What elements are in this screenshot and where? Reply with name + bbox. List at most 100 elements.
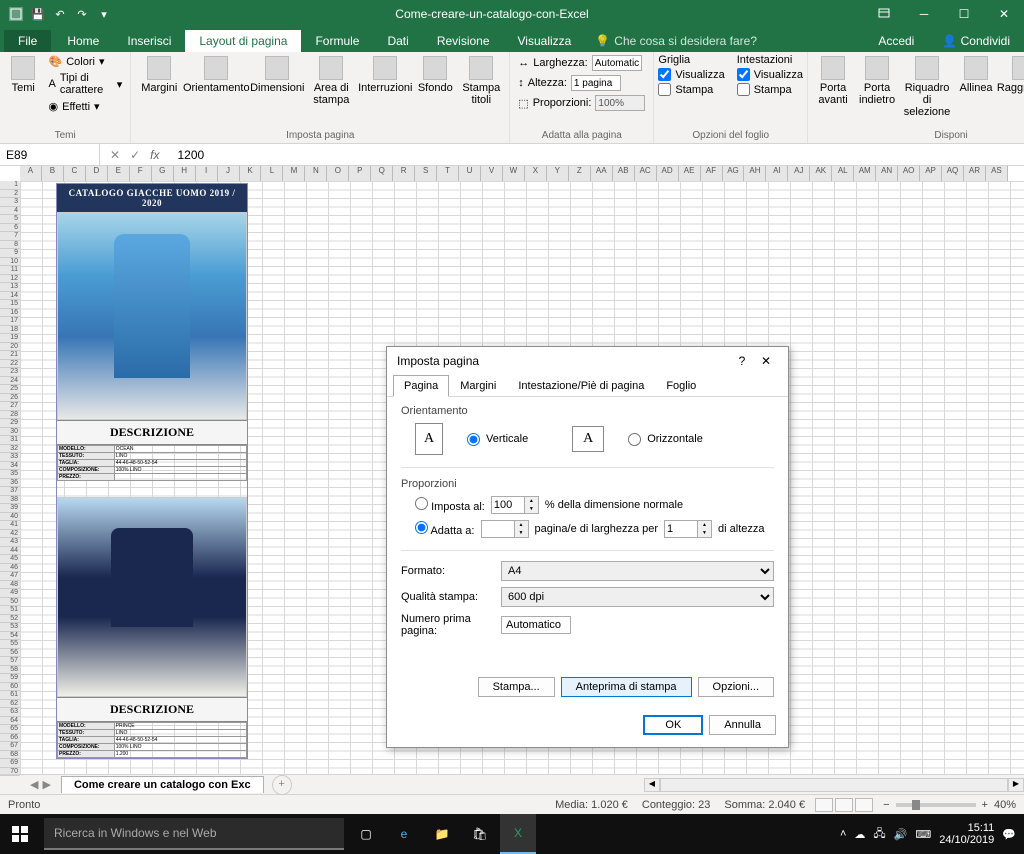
- cancel-button[interactable]: Annulla: [709, 715, 776, 735]
- zoom-out-icon[interactable]: −: [883, 799, 889, 811]
- tab-file[interactable]: File: [4, 30, 51, 52]
- group-themes: Temi 🎨Colori▾ ATipi di carattere▾ ◉Effet…: [0, 52, 131, 143]
- headings-view-check[interactable]: Visualizza: [737, 68, 803, 81]
- redo-icon[interactable]: ↷: [74, 6, 90, 22]
- adjust-to-radio[interactable]: Imposta al:: [415, 497, 485, 513]
- adjust-percent-input[interactable]: ▲▼: [491, 496, 539, 514]
- page-setup-dialog: Imposta pagina ? ✕ Pagina Margini Intest…: [386, 346, 789, 748]
- fit-height-input[interactable]: ▲▼: [664, 520, 712, 538]
- horizontal-scrollbar[interactable]: ◀▶: [644, 778, 1024, 792]
- sheet-tab[interactable]: Come creare un catalogo con Exc: [61, 776, 264, 793]
- close-icon[interactable]: ✕: [984, 0, 1024, 28]
- tab-home[interactable]: Home: [53, 30, 113, 52]
- send-backward-button[interactable]: Porta indietro: [856, 54, 898, 108]
- size-button[interactable]: Dimensioni: [249, 54, 305, 96]
- start-button[interactable]: [0, 814, 40, 854]
- dialog-close-icon[interactable]: ✕: [754, 354, 778, 368]
- print-button[interactable]: Stampa...: [478, 677, 555, 697]
- options-button[interactable]: Opzioni...: [698, 677, 774, 697]
- group-button[interactable]: Raggruppa: [998, 54, 1024, 96]
- tab-data[interactable]: Dati: [373, 30, 422, 52]
- minimize-icon[interactable]: ─: [904, 0, 944, 28]
- fx-icon[interactable]: fx: [150, 148, 159, 162]
- language-icon[interactable]: ⌨: [915, 828, 931, 841]
- tell-me[interactable]: 💡Che cosa si desidera fare?: [585, 30, 767, 52]
- column-headers[interactable]: ABCDEFGHIJKLMNOPQRSTUVWXYZAAABACADAEAFAG…: [20, 166, 1008, 181]
- bring-forward-button[interactable]: Porta avanti: [812, 54, 854, 108]
- print-quality-select[interactable]: 600 dpi: [501, 587, 774, 607]
- tab-page-layout[interactable]: Layout di pagina: [185, 30, 301, 52]
- notifications-icon[interactable]: 💬: [1002, 828, 1016, 841]
- onedrive-icon[interactable]: ☁: [854, 828, 865, 841]
- tab-view[interactable]: Visualizza: [504, 30, 586, 52]
- headings-print-check[interactable]: Stampa: [737, 83, 803, 96]
- share-button[interactable]: 👤 Condividi: [928, 30, 1024, 52]
- fonts-button[interactable]: ATipi di carattere▾: [45, 71, 127, 97]
- fit-to-radio[interactable]: Adatta a:: [415, 521, 475, 537]
- orientation-button[interactable]: Orientamento: [185, 54, 247, 96]
- tab-page[interactable]: Pagina: [393, 375, 449, 397]
- enter-formula-icon[interactable]: ✓: [130, 148, 140, 162]
- task-view-icon[interactable]: ▢: [348, 814, 384, 854]
- align-button[interactable]: Allinea: [956, 54, 996, 96]
- tab-header-footer[interactable]: Intestazione/Piè di pagina: [507, 375, 655, 396]
- landscape-radio[interactable]: Orizzontale: [628, 433, 703, 446]
- qat-dropdown-icon[interactable]: ▾: [96, 6, 112, 22]
- store-icon[interactable]: 🛍: [462, 814, 498, 854]
- clock[interactable]: 15:1124/10/2019: [939, 822, 994, 846]
- group-sheet-options: Griglia Visualizza Stampa Intestazioni V…: [654, 52, 808, 143]
- zoom-slider[interactable]: [896, 803, 976, 807]
- tab-sheet[interactable]: Foglio: [655, 375, 707, 396]
- formula-input[interactable]: 1200: [169, 148, 1024, 162]
- grid-view-check[interactable]: Visualizza: [658, 68, 724, 81]
- grid-print-check[interactable]: Stampa: [658, 83, 724, 96]
- effects-button[interactable]: ◉Effetti▾: [45, 99, 127, 114]
- excel-taskbar-icon[interactable]: X: [500, 814, 536, 854]
- sheet-nav-prev-icon[interactable]: ◀: [30, 778, 38, 791]
- maximize-icon[interactable]: ☐: [944, 0, 984, 28]
- margins-button[interactable]: Margini: [135, 54, 183, 96]
- paper-size-select[interactable]: A4: [501, 561, 774, 581]
- print-titles-button[interactable]: Stampa titoli: [457, 54, 505, 108]
- background-button[interactable]: Sfondo: [415, 54, 455, 96]
- search-box[interactable]: Ricerca in Windows e nel Web: [44, 818, 344, 850]
- normal-view-icon[interactable]: [815, 798, 833, 812]
- portrait-radio[interactable]: Verticale: [467, 433, 528, 446]
- network-icon[interactable]: 🖧: [873, 825, 885, 844]
- tray-chevron-icon[interactable]: ˄: [840, 828, 846, 840]
- ok-button[interactable]: OK: [643, 715, 703, 735]
- sheet-nav-next-icon[interactable]: ▶: [42, 778, 50, 791]
- print-area-button[interactable]: Area di stampa: [307, 54, 355, 108]
- cancel-formula-icon[interactable]: ✕: [110, 148, 120, 162]
- zoom-level[interactable]: 40%: [994, 799, 1016, 811]
- page-break-view-icon[interactable]: [855, 798, 873, 812]
- save-icon[interactable]: 💾: [30, 6, 46, 22]
- excel-icon: [8, 6, 24, 22]
- undo-icon[interactable]: ↶: [52, 6, 68, 22]
- first-page-input[interactable]: [501, 616, 571, 634]
- tab-insert[interactable]: Inserisci: [113, 30, 185, 52]
- name-box[interactable]: E89: [0, 144, 100, 165]
- breaks-button[interactable]: Interruzioni: [357, 54, 413, 96]
- page-layout-view-icon[interactable]: [835, 798, 853, 812]
- tab-review[interactable]: Revisione: [423, 30, 504, 52]
- height-input[interactable]: [571, 75, 621, 91]
- zoom-in-icon[interactable]: +: [982, 799, 988, 811]
- edge-icon[interactable]: e: [386, 814, 422, 854]
- help-icon[interactable]: ?: [730, 354, 754, 368]
- width-input[interactable]: [592, 55, 642, 71]
- tab-margins[interactable]: Margini: [449, 375, 507, 396]
- row-headers[interactable]: 1234567891011121314151617181920212223242…: [0, 181, 20, 774]
- print-preview-button[interactable]: Anteprima di stampa: [561, 677, 692, 697]
- colors-button[interactable]: 🎨Colori▾: [45, 54, 127, 69]
- selection-pane-button[interactable]: Riquadro di selezione: [900, 54, 954, 120]
- ribbon-options-icon[interactable]: [864, 0, 904, 28]
- add-sheet-button[interactable]: +: [272, 775, 292, 795]
- volume-icon[interactable]: 🔊: [894, 828, 908, 841]
- dialog-titlebar[interactable]: Imposta pagina ? ✕: [387, 347, 788, 375]
- tab-formulas[interactable]: Formule: [301, 30, 373, 52]
- sign-in[interactable]: Accedi: [864, 30, 928, 52]
- fit-width-input[interactable]: ▲▼: [481, 520, 529, 538]
- explorer-icon[interactable]: 📁: [424, 814, 460, 854]
- themes-button[interactable]: Temi: [4, 54, 43, 96]
